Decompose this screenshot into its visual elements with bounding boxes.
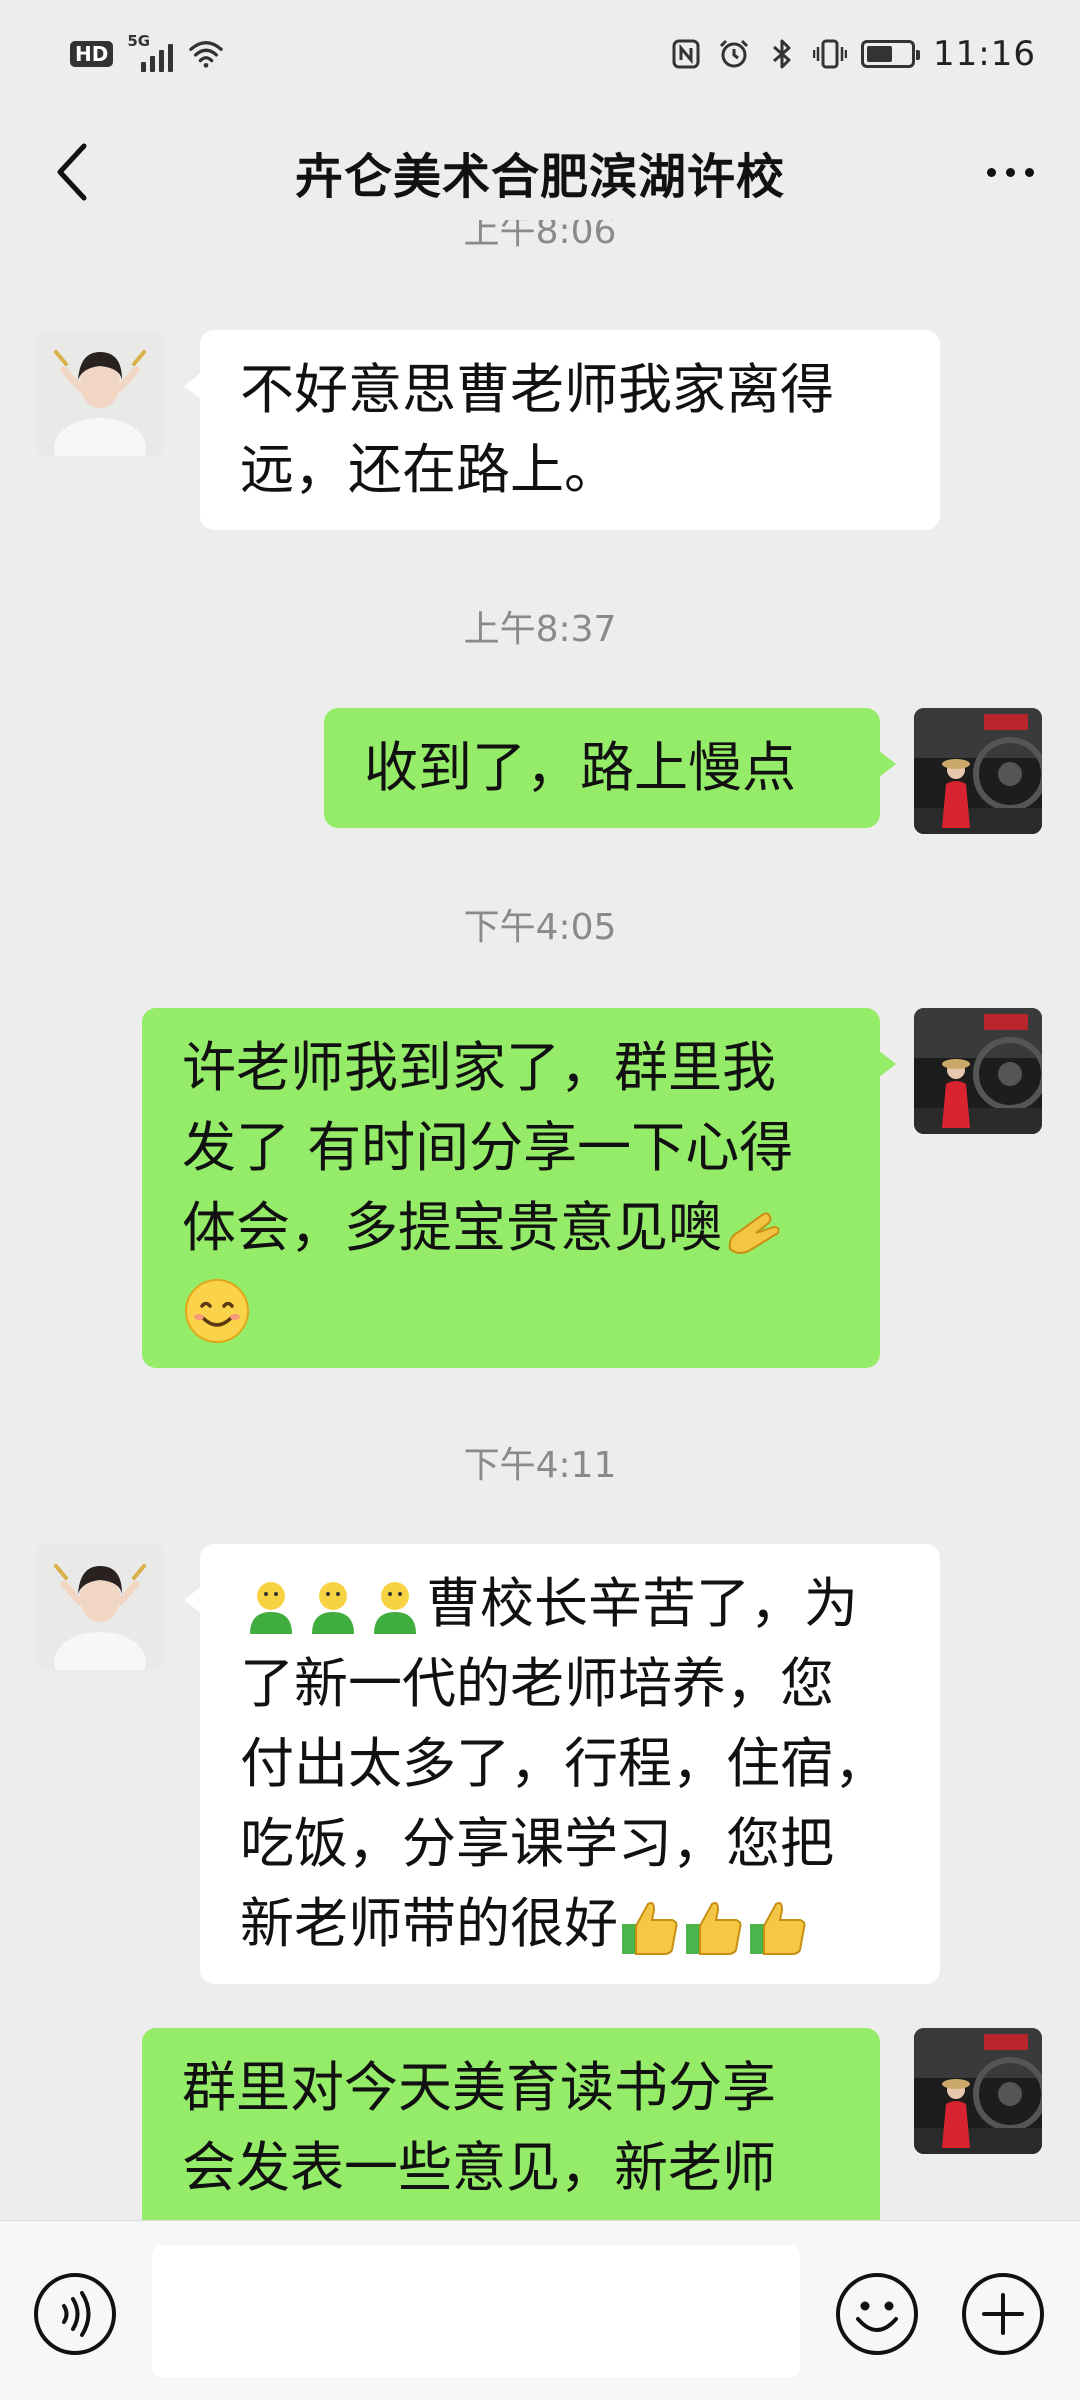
person-emoji (240, 1576, 302, 1638)
timestamp: 下午4:11 (463, 1445, 617, 1486)
chevron-left-icon (57, 143, 87, 201)
thumbs-up-emoji (682, 1896, 746, 1958)
avatar-self[interactable] (914, 1008, 1042, 1134)
message-bubble-incoming[interactable]: 不好意思曹老师我家离得 远，还在路上。 (184, 330, 940, 530)
vibrate-icon (813, 37, 848, 71)
input-bar (0, 2220, 1080, 2400)
bluetooth-icon (765, 37, 799, 71)
voice-input-icon (34, 2273, 116, 2355)
ok-hand-emoji (722, 1201, 782, 1261)
voice-input-button[interactable] (32, 2271, 118, 2357)
timestamp: 下午4:05 (463, 907, 617, 948)
person-emoji (302, 1576, 364, 1638)
timestamp: 上午8:37 (463, 609, 617, 650)
timestamp: 上午8:06 (463, 220, 617, 252)
status-left: HD 5G (70, 32, 224, 72)
thumbs-up-emoji (746, 1896, 810, 1958)
message-bubble-outgoing[interactable]: 许老师我到家了，群里我 发了 有时间分享一下心得 体会，多提宝贵意见噢 (142, 1008, 896, 1368)
nfc-icon (669, 37, 703, 71)
plus-icon (962, 2273, 1044, 2355)
network-type: 5G (127, 32, 151, 50)
signal-icon: 5G (127, 32, 175, 72)
plus-button[interactable] (960, 2271, 1046, 2357)
chat-title: 卉仑美术合肥滨湖许校 (294, 149, 785, 205)
person-emoji (364, 1576, 426, 1638)
message-bubble-incoming[interactable]: 曹校长辛苦了，为 了新一代的老师培养，您 付出太多了，行程，住宿， 吃饭，分享课… (184, 1544, 940, 1984)
more-dots-icon (986, 167, 996, 177)
avatar-self[interactable] (914, 708, 1042, 834)
emoji-icon (836, 2273, 918, 2355)
more-button[interactable] (970, 136, 1050, 208)
clock: 11:16 (933, 34, 1036, 74)
battery-level (867, 46, 893, 62)
alarm-icon (717, 37, 751, 71)
emoji-button[interactable] (834, 2271, 920, 2357)
battery-icon (861, 40, 921, 68)
thumbs-up-emoji (618, 1896, 682, 1958)
message-input[interactable] (152, 2245, 800, 2377)
message-bubble-outgoing[interactable]: 群里对今天美育读书分享 会发表一些意见，新老师 (142, 2028, 880, 2220)
title-bar: 卉仑美术合肥滨湖许校 (0, 108, 1080, 236)
smiling-face-emoji (182, 1276, 252, 1346)
back-button[interactable] (36, 136, 108, 208)
wifi-icon (189, 37, 224, 71)
status-right: 11:16 (669, 34, 1036, 74)
avatar-self[interactable] (914, 2028, 1042, 2154)
status-bar: HD 5G 11:16 (0, 0, 1080, 108)
message-bubble-outgoing[interactable]: 收到了，路上慢点 (324, 708, 896, 828)
hd-badge: HD (70, 41, 114, 67)
avatar-other[interactable] (36, 330, 164, 456)
avatar-other[interactable] (36, 1544, 164, 1670)
